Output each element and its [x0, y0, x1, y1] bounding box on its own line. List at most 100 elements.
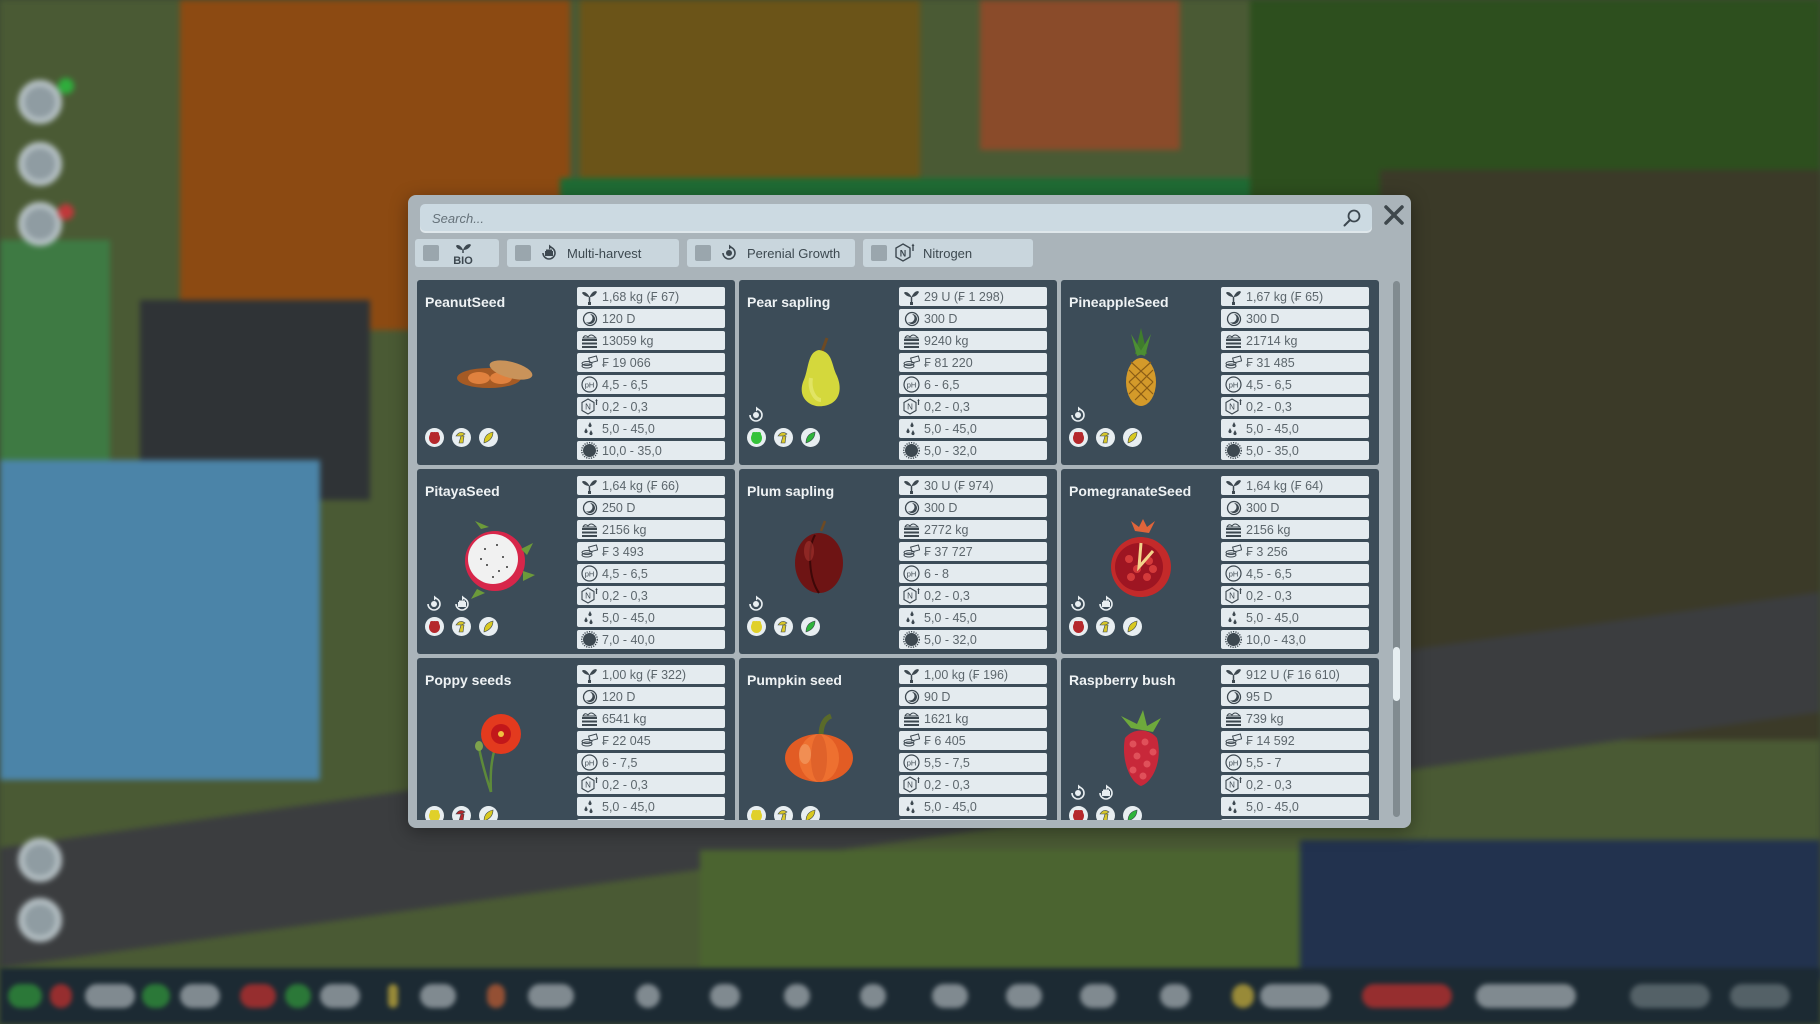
crop-stat-value: 10,0 - 35,0	[602, 443, 662, 458]
ph-icon: pH	[581, 376, 598, 393]
crop-stat-value: ₣ 81 220	[924, 355, 973, 370]
crop-stat-row: 1,68 kg (₣ 67)	[577, 287, 725, 306]
side-menu-button[interactable]	[18, 142, 62, 186]
crop-stat-value: 5,0 - 45,0	[602, 421, 655, 436]
side-menu-button[interactable]	[18, 898, 62, 942]
filter-perenial-growth[interactable]: Perenial Growth	[687, 239, 855, 267]
svg-text:N: N	[907, 781, 913, 790]
scrollbar[interactable]	[1393, 281, 1400, 817]
crop-card[interactable]: Pear sapling 29 U (₣ 1 298) 300 D 9240 kg ₣…	[739, 280, 1057, 465]
crop-card[interactable]: Pumpkin seed 1,00 kg (₣ 196) 90 D 1621 kg ₣…	[739, 658, 1057, 820]
crop-traits	[1069, 406, 1087, 424]
fungus-resistance-icon	[1096, 806, 1115, 820]
pest-resistance-icon	[1069, 428, 1088, 447]
crop-stat-value: 300 D	[1246, 311, 1280, 326]
side-menu-button[interactable]	[18, 202, 62, 246]
crop-stat-row: N 0,2 - 0,3	[899, 586, 1047, 605]
crop-traits	[1069, 784, 1115, 802]
seed-cost-icon	[581, 288, 598, 305]
filter-multi-harvest[interactable]: Multi-harvest	[507, 239, 679, 267]
crop-stat-row: 5,0 - 45,0	[577, 797, 725, 816]
filter-bio[interactable]: BIO	[415, 239, 499, 267]
svg-text:pH: pH	[585, 381, 595, 390]
crop-card[interactable]: Poppy seeds 1,00 kg (₣ 322) 120 D 6541 kg ₣…	[417, 658, 735, 820]
humidity-icon	[581, 798, 598, 815]
crop-stat-row: 7,0 - 40,0	[577, 630, 725, 649]
nitrogen-icon: N	[895, 243, 915, 263]
crop-stats: 1,00 kg (₣ 196) 90 D 1621 kg ₣ 6 405 pH 5,5 -…	[899, 665, 1047, 820]
yield-icon	[1225, 332, 1242, 349]
svg-text:BIO: BIO	[453, 255, 473, 265]
pest-resistance-icon	[425, 806, 444, 820]
filter-checkbox[interactable]	[515, 245, 531, 261]
growth-days-icon	[581, 499, 598, 516]
crop-stat-value: 1,68 kg (₣ 67)	[602, 289, 680, 304]
revenue-icon	[1225, 543, 1242, 560]
side-menu-button[interactable]	[18, 838, 62, 882]
crop-stat-value: 6541 kg	[602, 711, 647, 726]
crop-stat-row: 1621 kg	[899, 709, 1047, 728]
crop-name: PitayaSeed	[425, 483, 500, 499]
fungus-resistance-icon	[774, 806, 793, 820]
close-icon[interactable]	[1382, 203, 1406, 227]
leaf-resistance-icon	[801, 617, 820, 636]
filter-nitrogen[interactable]: N Nitrogen	[863, 239, 1033, 267]
crop-name: PomegranateSeed	[1069, 483, 1192, 499]
crop-stat-row: 300 D	[1221, 309, 1369, 328]
crop-stat-row: 5,0 - 45,0	[899, 419, 1047, 438]
side-menu-button[interactable]	[18, 80, 62, 124]
nitrogen-icon: N	[903, 776, 920, 793]
crop-stat-row: 5,0 - 35,0	[1221, 441, 1369, 460]
svg-text:pH: pH	[907, 759, 917, 768]
growth-days-icon	[581, 688, 598, 705]
crop-stat-row: ₣ 19 066	[577, 353, 725, 372]
crop-stat-value: 10,0 - 43,0	[1246, 632, 1306, 647]
crop-resistance-badges	[747, 428, 820, 447]
crop-stat-value: 5,5 - 7	[1246, 755, 1282, 770]
growth-days-icon	[903, 688, 920, 705]
svg-text:pH: pH	[1229, 759, 1239, 768]
crop-resistance-badges	[1069, 617, 1142, 636]
revenue-icon	[581, 354, 598, 371]
crop-traits	[1069, 595, 1115, 613]
crop-card[interactable]: Raspberry bush 912 U (₣ 16 610) 95 D 739 k…	[1061, 658, 1379, 820]
crop-resistance-badges	[425, 428, 498, 447]
crop-stat-value: 5,0 - 45,0	[924, 610, 977, 625]
crop-name: Pumpkin seed	[747, 672, 842, 688]
filter-checkbox[interactable]	[871, 245, 887, 261]
crop-stat-row	[577, 819, 725, 820]
seed-cost-icon	[903, 477, 920, 494]
crop-stat-row: pH 6 - 8	[899, 564, 1047, 583]
svg-text:pH: pH	[907, 570, 917, 579]
crop-card[interactable]: PitayaSeed 1,64 kg (₣ 66) 250 D 2156 kg ₣ 3…	[417, 469, 735, 654]
crop-stat-value: 250 D	[602, 500, 636, 515]
filter-checkbox[interactable]	[695, 245, 711, 261]
temperature-icon	[903, 631, 920, 648]
temperature-icon	[1225, 631, 1242, 648]
crop-stat-row: 5,0 - 45,0	[577, 419, 725, 438]
crop-stat-row: 2156 kg	[1221, 520, 1369, 539]
ph-icon: pH	[1225, 376, 1242, 393]
crop-stat-row: pH 4,5 - 6,5	[577, 564, 725, 583]
crop-card[interactable]: Plum sapling 30 U (₣ 974) 300 D 2772 kg ₣ 3…	[739, 469, 1057, 654]
crop-stat-row: 21714 kg	[1221, 331, 1369, 350]
crop-stat-value: 5,0 - 45,0	[1246, 421, 1299, 436]
crop-stat-value: 2156 kg	[1246, 522, 1291, 537]
crop-stat-value: 95 D	[1246, 689, 1273, 704]
crop-stat-value: 120 D	[602, 689, 636, 704]
pineapple-image	[1091, 320, 1191, 420]
crop-stat-row: ₣ 3 493	[577, 542, 725, 561]
crop-stat-value: ₣ 22 045	[602, 733, 651, 748]
filter-checkbox[interactable]	[423, 245, 439, 261]
crop-stat-value: 4,5 - 6,5	[602, 566, 648, 581]
crop-stat-value: ₣ 19 066	[602, 355, 651, 370]
crop-card[interactable]: PomegranateSeed 1,64 kg (₣ 64) 300 D 2156 …	[1061, 469, 1379, 654]
crop-card[interactable]: PineappleSeed 1,67 kg (₣ 65) 300 D 21714 k…	[1061, 280, 1379, 465]
humidity-icon	[903, 798, 920, 815]
crop-stat-value: 6 - 8	[924, 566, 950, 581]
scrollbar-thumb[interactable]	[1393, 647, 1400, 701]
crop-stat-value: 5,0 - 32,0	[924, 632, 977, 647]
crop-card[interactable]: PeanutSeed 1,68 kg (₣ 67) 120 D 13059 kg ₣ …	[417, 280, 735, 465]
search-icon[interactable]	[1342, 208, 1362, 228]
search-input[interactable]	[430, 204, 1324, 233]
